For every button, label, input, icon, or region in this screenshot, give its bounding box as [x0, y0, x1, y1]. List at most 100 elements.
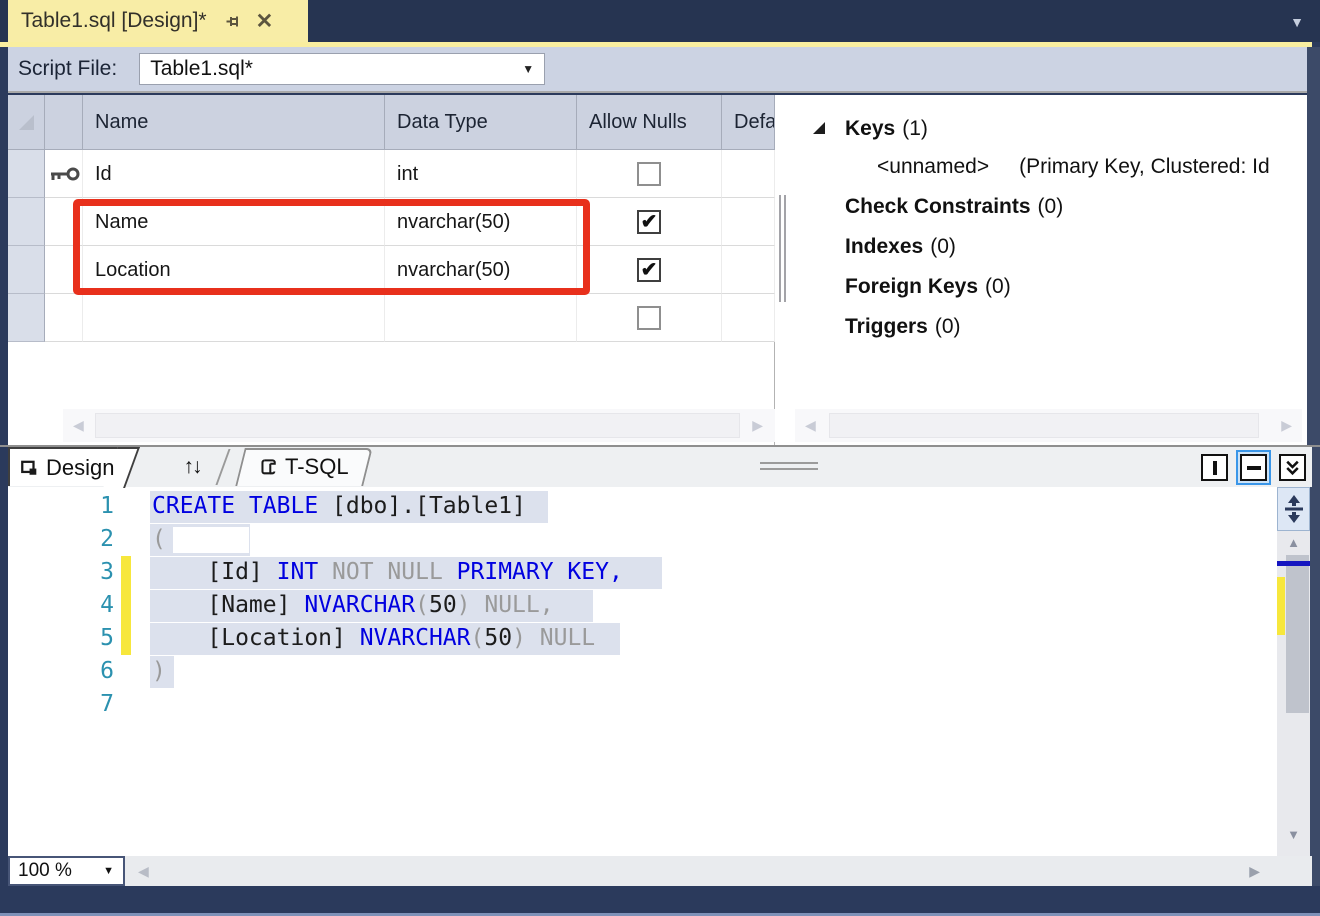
- horizontal-splitter-grip[interactable]: [760, 462, 818, 470]
- key-column-header: [45, 95, 83, 150]
- tree-item-check-constraints[interactable]: Check Constraints(0): [845, 195, 1063, 222]
- zoom-arrow-icon[interactable]: ▼: [103, 865, 114, 877]
- line-number[interactable]: 6: [68, 655, 114, 688]
- collapse-pane-button[interactable]: [1279, 454, 1306, 481]
- code-line[interactable]: 4 [Name] NVARCHAR(50) NULL,: [8, 589, 1277, 622]
- script-file-value: Table1.sql*: [150, 57, 253, 81]
- scroll-right-icon[interactable]: ▶: [1249, 863, 1260, 880]
- allow-nulls-cell: [577, 150, 722, 198]
- code-line[interactable]: 2(: [8, 523, 1277, 556]
- line-number[interactable]: 3: [68, 556, 114, 589]
- tree-item-indexes[interactable]: Indexes (0): [845, 235, 956, 262]
- scrollbar-thumb[interactable]: [1286, 555, 1309, 713]
- code-text: [Name] NVARCHAR(50) NULL,: [152, 589, 554, 622]
- row-selector[interactable]: [8, 150, 45, 198]
- default-cell[interactable]: [722, 198, 775, 246]
- tab-list-chevron-icon[interactable]: ▼: [1290, 14, 1304, 30]
- code-line[interactable]: 6): [8, 655, 1277, 688]
- horizontal-split-button-active[interactable]: [1236, 450, 1271, 485]
- allow-nulls-cell: ✔: [577, 198, 722, 246]
- tab-tsql[interactable]: T-SQL: [240, 447, 368, 486]
- select-all-corner[interactable]: [8, 95, 45, 150]
- scroll-up-icon[interactable]: ▲: [1277, 535, 1310, 550]
- zoom-dropdown[interactable]: 100 % ▼: [8, 856, 125, 886]
- split-view-buttons: [1201, 450, 1306, 485]
- default-column-header[interactable]: Default: [722, 95, 775, 150]
- row-selector[interactable]: [8, 294, 45, 342]
- default-cell[interactable]: [722, 246, 775, 294]
- scroll-left-icon[interactable]: ◀: [73, 417, 84, 434]
- default-cell[interactable]: [722, 150, 775, 198]
- properties-horizontal-scrollbar[interactable]: ◀ ▶: [795, 409, 1302, 442]
- tab-design[interactable]: Design: [8, 447, 124, 486]
- column-name-cell[interactable]: [83, 294, 385, 342]
- scrollbar-thumb[interactable]: [95, 413, 740, 438]
- horizontal-split-inner: [1240, 454, 1267, 481]
- tree-item-triggers[interactable]: Triggers(0): [845, 315, 961, 342]
- scroll-left-icon[interactable]: ◀: [138, 863, 149, 880]
- line-number[interactable]: 7: [68, 688, 114, 721]
- double-chevron-down-icon: [1283, 458, 1302, 477]
- allow-nulls-checkbox[interactable]: [637, 306, 661, 330]
- row-selector[interactable]: [8, 198, 45, 246]
- table-properties-pane: Keys(1) <unnamed>(Primary Key, Clustered…: [790, 95, 1307, 445]
- pin-icon[interactable]: [225, 13, 242, 30]
- split-handle-icon: [1283, 494, 1305, 524]
- code-text: CREATE TABLE [dbo].[Table1]: [152, 490, 526, 523]
- combobox-arrow-icon[interactable]: ▼: [522, 62, 534, 76]
- line-number[interactable]: 4: [68, 589, 114, 622]
- code-line[interactable]: 3 [Id] INT NOT NULL PRIMARY KEY,: [8, 556, 1277, 589]
- key-detail: (Primary Key, Clustered: Id: [1019, 155, 1270, 178]
- caret-position-marker: [1277, 561, 1310, 566]
- tree-item-label: Indexes: [845, 235, 923, 258]
- allownulls-column-header[interactable]: Allow Nulls: [577, 95, 722, 150]
- panel-tabstrip: Design ↑↓ T-SQL: [8, 447, 1312, 487]
- grid-horizontal-scrollbar[interactable]: ◀ ▶: [63, 409, 775, 442]
- tree-item-unnamed-key[interactable]: <unnamed>(Primary Key, Clustered: Id: [877, 155, 1270, 182]
- tree-item-label: Triggers: [845, 315, 928, 338]
- default-cell[interactable]: [722, 294, 775, 342]
- tab-sync-order[interactable]: ↑↓: [160, 447, 224, 486]
- change-tracking-bar: [121, 556, 131, 655]
- code-line[interactable]: 1 CREATE TABLE [dbo].[Table1]: [8, 490, 1277, 523]
- line-number[interactable]: 2: [68, 523, 114, 556]
- expanded-node-icon[interactable]: [813, 122, 825, 134]
- scroll-right-icon[interactable]: ▶: [752, 417, 763, 434]
- script-file-combobox[interactable]: Table1.sql* ▼: [139, 53, 545, 85]
- editor-vertical-scrollbar[interactable]: ▲ ▼: [1277, 487, 1310, 856]
- column-type-cell[interactable]: int: [385, 150, 577, 198]
- close-tab-icon[interactable]: ✕: [256, 11, 274, 32]
- tree-item-label: Foreign Keys: [845, 275, 978, 298]
- scrollbar-thumb[interactable]: [829, 413, 1259, 438]
- datatype-column-header[interactable]: Data Type: [385, 95, 577, 150]
- code-line[interactable]: 7: [8, 688, 1277, 721]
- change-marker-yellow: [1277, 577, 1285, 635]
- column-type-cell[interactable]: [385, 294, 577, 342]
- scroll-left-icon[interactable]: ◀: [805, 417, 816, 434]
- tsql-code-editor[interactable]: 1 CREATE TABLE [dbo].[Table1]2(3 [Id] INT…: [8, 487, 1277, 856]
- up-down-arrows-icon: ↑↓: [184, 455, 201, 479]
- line-number[interactable]: 5: [68, 622, 114, 655]
- row-selector[interactable]: [8, 246, 45, 294]
- tree-item-keys[interactable]: Keys(1): [845, 117, 928, 144]
- scroll-down-icon[interactable]: ▼: [1277, 827, 1310, 842]
- allow-nulls-checkbox[interactable]: ✔: [637, 210, 661, 234]
- document-tab-table1[interactable]: Table1.sql [Design]* ✕: [8, 0, 308, 42]
- name-column-header[interactable]: Name: [83, 95, 385, 150]
- line-number[interactable]: 1: [68, 490, 114, 523]
- grid-row-id: Id int: [8, 150, 775, 198]
- allow-nulls-checkbox[interactable]: ✔: [637, 258, 661, 282]
- tree-item-count: (0): [985, 275, 1011, 298]
- code-line[interactable]: 5 [Location] NVARCHAR(50) NULL: [8, 622, 1277, 655]
- column-name-cell[interactable]: Id: [83, 150, 385, 198]
- horizontal-split-icon: [1247, 466, 1261, 470]
- vertical-pane-splitter[interactable]: [775, 95, 790, 445]
- script-file-toolbar: Script File: Table1.sql* ▼: [8, 47, 1307, 93]
- tree-item-foreign-keys[interactable]: Foreign Keys (0): [845, 275, 1011, 302]
- allow-nulls-checkbox[interactable]: [637, 162, 661, 186]
- scroll-right-icon[interactable]: ▶: [1281, 417, 1292, 434]
- split-window-handle[interactable]: [1277, 487, 1310, 531]
- code-text: [Id] INT NOT NULL PRIMARY KEY,: [152, 556, 623, 589]
- tree-item-count: (0): [930, 235, 956, 258]
- vertical-split-button[interactable]: [1201, 454, 1228, 481]
